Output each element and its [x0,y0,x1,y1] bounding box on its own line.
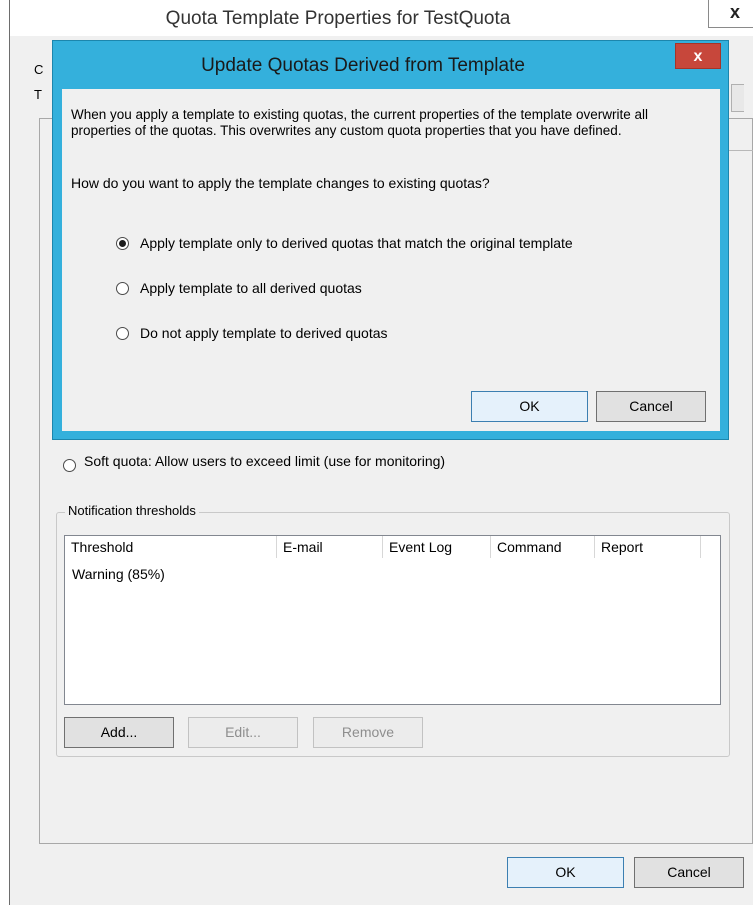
column-header-threshold[interactable]: Threshold [65,536,277,558]
dialog-intro-text: When you apply a template to existing qu… [71,107,649,138]
cancel-button[interactable]: Cancel [634,857,744,888]
dialog-title: Update Quotas Derived from Template [201,55,525,76]
edit-button[interactable]: Edit... [188,717,298,748]
clipped-control [731,84,744,112]
parent-window-title: Quota Template Properties for TestQuota [165,8,511,29]
option-do-not-apply[interactable]: Do not apply template to derived quotas [116,325,388,341]
parent-title-bar: Quota Template Properties for TestQuota … [10,0,753,36]
option-label[interactable]: Apply template to all derived quotas [140,280,362,296]
clipped-label-1: C [34,62,44,77]
option-match-original[interactable]: Apply template only to derived quotas th… [116,235,573,251]
update-quotas-dialog: Update Quotas Derived from Template x Wh… [52,40,729,440]
column-header-command[interactable]: Command [491,536,595,558]
radio-button[interactable] [116,326,129,340]
radio-button[interactable] [116,236,129,250]
dialog-question: How do you want to apply the template ch… [71,175,490,191]
parent-close-button[interactable]: x [708,0,753,28]
option-all-derived[interactable]: Apply template to all derived quotas [116,280,362,296]
option-label[interactable]: Apply template only to derived quotas th… [140,235,573,251]
ok-button[interactable]: OK [507,857,624,888]
clipped-label-2: T [34,87,42,102]
dialog-body: When you apply a template to existing qu… [62,89,720,431]
remove-button[interactable]: Remove [313,717,423,748]
add-button[interactable]: Add... [64,717,174,748]
thresholds-list[interactable]: Threshold E-mail Event Log Command Repor… [64,535,721,705]
soft-quota-label[interactable]: Soft quota: Allow users to exceed limit … [84,453,445,469]
dialog-ok-button[interactable]: OK [471,391,588,422]
option-label[interactable]: Do not apply template to derived quotas [140,325,388,341]
column-header-report[interactable]: Report [595,536,701,558]
column-header-email[interactable]: E-mail [277,536,383,558]
dialog-cancel-button[interactable]: Cancel [596,391,706,422]
notification-thresholds-legend: Notification thresholds [65,503,199,518]
dialog-close-button[interactable]: x [675,43,721,69]
column-header-event-log[interactable]: Event Log [383,536,491,558]
column-header-filler [701,536,720,558]
radio-button[interactable] [116,281,129,295]
threshold-row[interactable]: Warning (85%) [72,566,165,582]
soft-quota-radio[interactable] [63,458,76,472]
